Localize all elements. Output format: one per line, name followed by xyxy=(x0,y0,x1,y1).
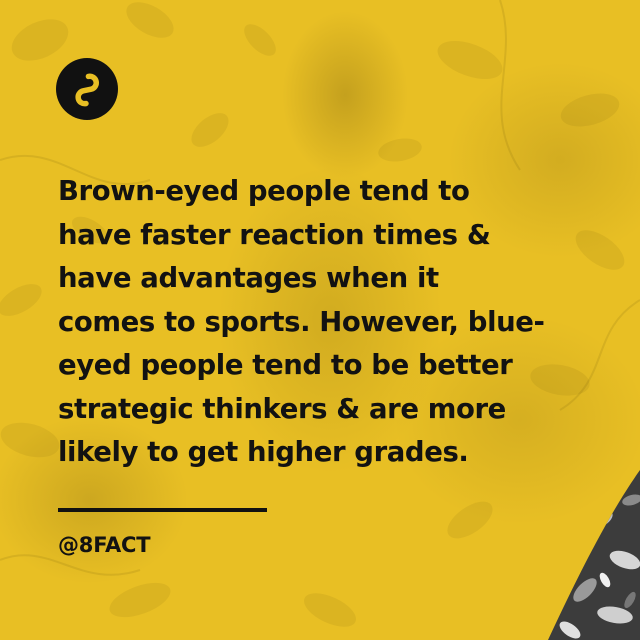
infinity-eight-logo-icon xyxy=(56,58,118,120)
fact-line: eyed people tend to be better xyxy=(58,349,513,381)
fact-line: Brown-eyed people tend to xyxy=(58,175,470,207)
fact-line: strategic thinkers & are more xyxy=(58,392,506,425)
figure-eight-icon xyxy=(75,73,99,107)
fact-line: likely to get higher grades. xyxy=(58,436,469,468)
fact-line: comes to sports. However, blue- xyxy=(58,305,545,338)
fact-line: have advantages when it xyxy=(58,262,439,294)
divider-rule xyxy=(58,508,267,512)
fact-card: Brown-eyed people tend to have faster re… xyxy=(0,0,640,640)
fact-headline: Brown-eyed people tend to have faster re… xyxy=(58,170,618,475)
fact-line: have faster reaction times & xyxy=(58,218,491,251)
account-handle: @8FACT xyxy=(58,533,151,557)
